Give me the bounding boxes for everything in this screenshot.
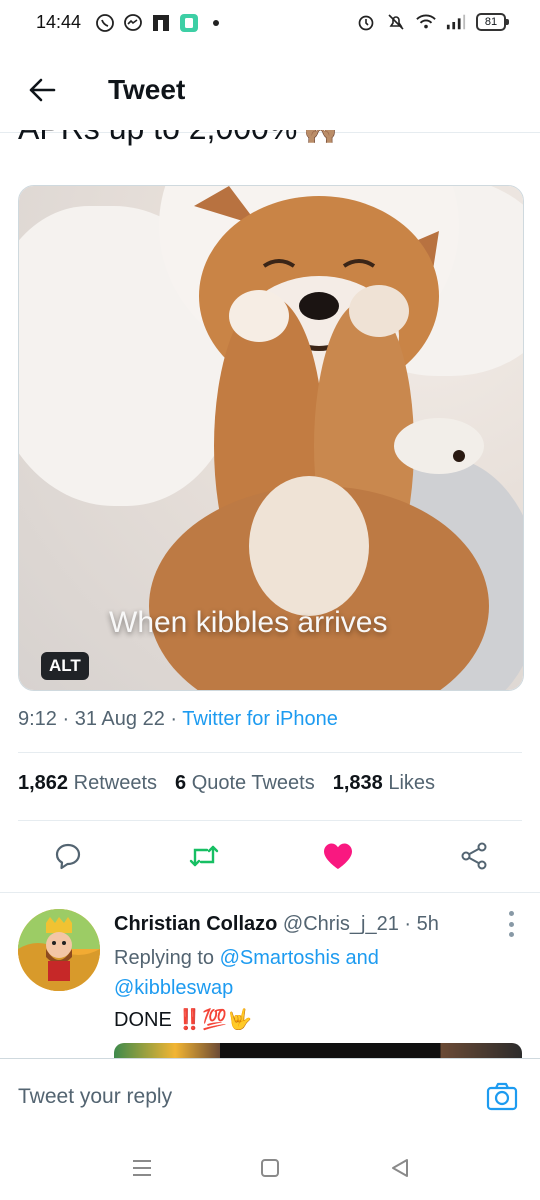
- tweet-timestamp: 9:12 · 31 Aug 22 · Twitter for iPhone: [18, 708, 338, 731]
- tweet-time: 9:12: [18, 708, 57, 730]
- page-title: Tweet: [108, 74, 186, 105]
- retweets-label: Retweets: [73, 772, 157, 794]
- replying-to-link-2[interactable]: @kibbleswap: [114, 977, 233, 999]
- divider: [18, 820, 522, 821]
- whatsapp-icon: [95, 13, 115, 33]
- wifi-icon: [416, 12, 436, 32]
- quotes-label: Quote Tweets: [191, 772, 315, 794]
- reply-composer[interactable]: Tweet your reply: [0, 1058, 540, 1137]
- alarm-icon: [356, 12, 376, 32]
- notification-icons: [95, 13, 219, 33]
- quotes-stat[interactable]: 6 Quote Tweets: [175, 772, 315, 795]
- reply-time: 5h: [416, 913, 439, 935]
- reply-author-handle[interactable]: @Chris_j_21: [283, 913, 399, 935]
- battery-icon: 81: [476, 13, 509, 31]
- likes-stat[interactable]: 1,838 Likes: [333, 772, 435, 795]
- app-bar: Tweet: [0, 48, 540, 133]
- avatar[interactable]: [18, 909, 100, 991]
- status-time: 14:44: [36, 12, 82, 32]
- divider: [18, 752, 522, 753]
- reply-input[interactable]: Tweet your reply: [18, 1085, 172, 1109]
- reply-author-line: Christian Collazo @Chris_j_21 · 5h: [114, 913, 439, 936]
- share-icon[interactable]: [456, 838, 492, 874]
- signal-icon: [446, 12, 466, 32]
- separator: ·: [170, 708, 178, 730]
- messenger-icon: [123, 13, 143, 33]
- media-caption: When kibbles arrives: [109, 606, 388, 639]
- replying-to: Replying to @Smartoshis and @kibbleswap: [114, 943, 434, 1003]
- tweet-actions: [0, 838, 540, 882]
- quotes-count: 6: [175, 772, 187, 794]
- more-options-icon[interactable]: [506, 911, 516, 937]
- separator: ·: [62, 708, 70, 730]
- system-nav-bar: [0, 1136, 540, 1200]
- dot-icon: [213, 20, 219, 26]
- replying-to-link-1[interactable]: @Smartoshis: [220, 947, 340, 969]
- separator: ·: [404, 913, 412, 935]
- reply-emojis: ‼️💯🤟: [177, 1009, 253, 1031]
- reply-text: DONE ‼️💯🤟: [114, 1007, 252, 1032]
- back-triangle-icon[interactable]: [388, 1156, 412, 1180]
- alt-badge[interactable]: ALT: [41, 652, 89, 680]
- likes-count: 1,838: [332, 772, 383, 794]
- replying-prefix: Replying to: [114, 947, 215, 969]
- tweet-date: 31 Aug 22: [74, 708, 165, 730]
- app-icon: [179, 13, 199, 33]
- reply-tweet[interactable]: Christian Collazo @Chris_j_21 · 5h Reply…: [0, 892, 540, 1063]
- like-icon[interactable]: [320, 838, 356, 874]
- reply-author-name[interactable]: Christian Collazo: [114, 913, 277, 935]
- tweet-stats: 1,862 Retweets 6 Quote Tweets 1,838 Like…: [18, 772, 435, 795]
- reply-icon[interactable]: [50, 838, 86, 874]
- home-icon[interactable]: [258, 1156, 282, 1180]
- retweets-stat[interactable]: 1,862 Retweets: [18, 772, 157, 795]
- arrow-left-icon[interactable]: [28, 76, 56, 104]
- likes-label: Likes: [388, 772, 436, 794]
- mute-icon: [386, 12, 406, 32]
- reply-text-content: DONE: [114, 1009, 172, 1031]
- menu-icon[interactable]: [130, 1156, 154, 1180]
- retweets-count: 1,862: [18, 772, 69, 794]
- flipboard-icon: [151, 13, 171, 33]
- replying-and[interactable]: and: [346, 947, 379, 969]
- system-icons: 81: [356, 12, 509, 32]
- tweet-source-link[interactable]: Twitter for iPhone: [182, 708, 338, 730]
- status-bar: 14:44 81: [0, 0, 540, 48]
- tweet-media[interactable]: When kibbles arrives ALT: [18, 185, 524, 691]
- camera-icon[interactable]: [486, 1081, 518, 1113]
- retweet-icon[interactable]: [186, 838, 222, 874]
